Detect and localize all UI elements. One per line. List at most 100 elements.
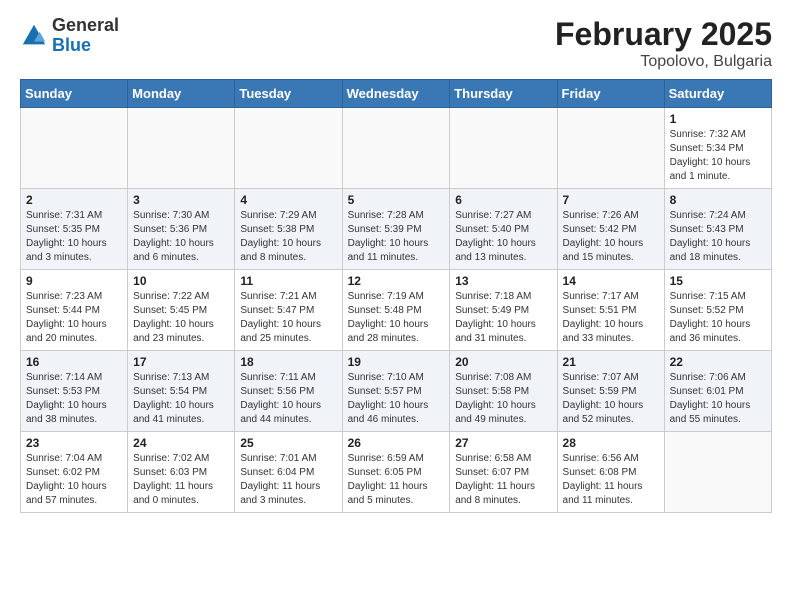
weekday-saturday: Saturday xyxy=(664,80,771,108)
day-number: 17 xyxy=(133,355,229,369)
day-number: 25 xyxy=(240,436,336,450)
calendar-cell: 23 Sunrise: 7:04 AM Sunset: 6:02 PM Dayli… xyxy=(21,432,128,513)
calendar-cell: 1Sunrise: 7:32 AM Sunset: 5:34 PM Daylig… xyxy=(664,108,771,189)
day-info: Sunrise: 7:11 AM Sunset: 5:56 PM Dayligh… xyxy=(240,371,336,427)
calendar-cell xyxy=(450,108,557,189)
calendar-cell: 20 Sunrise: 7:08 AM Sunset: 5:58 PM Dayli… xyxy=(450,351,557,432)
weekday-sunday: Sunday xyxy=(21,80,128,108)
calendar-cell: 12 Sunrise: 7:19 AM Sunset: 5:48 PM Dayli… xyxy=(342,270,450,351)
day-info: Sunrise: 6:59 AM Sunset: 6:05 PM Dayligh… xyxy=(348,452,445,508)
day-info: Sunrise: 6:56 AM Sunset: 6:08 PM Dayligh… xyxy=(563,452,659,508)
weekday-tuesday: Tuesday xyxy=(235,80,342,108)
calendar-cell: 16 Sunrise: 7:14 AM Sunset: 5:53 PM Dayli… xyxy=(21,351,128,432)
day-number: 23 xyxy=(26,436,122,450)
calendar-cell: 17 Sunrise: 7:13 AM Sunset: 5:54 PM Dayli… xyxy=(128,351,235,432)
day-number: 16 xyxy=(26,355,122,369)
day-info: Sunrise: 7:02 AM Sunset: 6:03 PM Dayligh… xyxy=(133,452,229,508)
calendar-week-2: 2 Sunrise: 7:31 AM Sunset: 5:35 PM Daylig… xyxy=(21,189,772,270)
day-info: Sunrise: 7:29 AM Sunset: 5:38 PM Dayligh… xyxy=(240,209,336,265)
calendar-cell: 3 Sunrise: 7:30 AM Sunset: 5:36 PM Daylig… xyxy=(128,189,235,270)
calendar-cell: 21 Sunrise: 7:07 AM Sunset: 5:59 PM Dayli… xyxy=(557,351,664,432)
location: Topolovo, Bulgaria xyxy=(555,53,772,71)
calendar-cell: 18 Sunrise: 7:11 AM Sunset: 5:56 PM Dayli… xyxy=(235,351,342,432)
page-header: General Blue February 2025 Topolovo, Bul… xyxy=(20,16,772,71)
calendar-cell xyxy=(342,108,450,189)
day-info: Sunrise: 7:17 AM Sunset: 5:51 PM Dayligh… xyxy=(563,290,659,346)
logo: General Blue xyxy=(20,16,119,56)
weekday-wednesday: Wednesday xyxy=(342,80,450,108)
day-info: Sunrise: 7:04 AM Sunset: 6:02 PM Dayligh… xyxy=(26,452,122,508)
calendar-week-1: 1Sunrise: 7:32 AM Sunset: 5:34 PM Daylig… xyxy=(21,108,772,189)
day-number: 1 xyxy=(670,112,766,126)
day-info: Sunrise: 7:28 AM Sunset: 5:39 PM Dayligh… xyxy=(348,209,445,265)
calendar-week-5: 23 Sunrise: 7:04 AM Sunset: 6:02 PM Dayli… xyxy=(21,432,772,513)
day-info: Sunrise: 7:27 AM Sunset: 5:40 PM Dayligh… xyxy=(455,209,551,265)
calendar-cell: 6Sunrise: 7:27 AM Sunset: 5:40 PM Daylig… xyxy=(450,189,557,270)
calendar-cell: 26 Sunrise: 6:59 AM Sunset: 6:05 PM Dayli… xyxy=(342,432,450,513)
logo-icon xyxy=(20,22,48,50)
day-number: 14 xyxy=(563,274,659,288)
calendar-cell: 28 Sunrise: 6:56 AM Sunset: 6:08 PM Dayli… xyxy=(557,432,664,513)
day-info: Sunrise: 7:14 AM Sunset: 5:53 PM Dayligh… xyxy=(26,371,122,427)
day-info: Sunrise: 7:10 AM Sunset: 5:57 PM Dayligh… xyxy=(348,371,445,427)
day-number: 28 xyxy=(563,436,659,450)
day-info: Sunrise: 7:01 AM Sunset: 6:04 PM Dayligh… xyxy=(240,452,336,508)
calendar-week-4: 16 Sunrise: 7:14 AM Sunset: 5:53 PM Dayli… xyxy=(21,351,772,432)
calendar-cell: 11Sunrise: 7:21 AM Sunset: 5:47 PM Dayli… xyxy=(235,270,342,351)
day-number: 26 xyxy=(348,436,445,450)
day-number: 5 xyxy=(348,193,445,207)
day-info: Sunrise: 7:19 AM Sunset: 5:48 PM Dayligh… xyxy=(348,290,445,346)
calendar: SundayMondayTuesdayWednesdayThursdayFrid… xyxy=(20,79,772,513)
calendar-cell xyxy=(557,108,664,189)
calendar-cell: 5 Sunrise: 7:28 AM Sunset: 5:39 PM Daylig… xyxy=(342,189,450,270)
calendar-cell: 22 Sunrise: 7:06 AM Sunset: 6:01 PM Dayli… xyxy=(664,351,771,432)
day-number: 22 xyxy=(670,355,766,369)
calendar-cell xyxy=(664,432,771,513)
day-info: Sunrise: 7:21 AM Sunset: 5:47 PM Dayligh… xyxy=(240,290,336,346)
day-info: Sunrise: 6:58 AM Sunset: 6:07 PM Dayligh… xyxy=(455,452,551,508)
calendar-cell xyxy=(235,108,342,189)
day-info: Sunrise: 7:13 AM Sunset: 5:54 PM Dayligh… xyxy=(133,371,229,427)
calendar-week-3: 9Sunrise: 7:23 AM Sunset: 5:44 PM Daylig… xyxy=(21,270,772,351)
day-info: Sunrise: 7:07 AM Sunset: 5:59 PM Dayligh… xyxy=(563,371,659,427)
day-info: Sunrise: 7:24 AM Sunset: 5:43 PM Dayligh… xyxy=(670,209,766,265)
calendar-cell: 4Sunrise: 7:29 AM Sunset: 5:38 PM Daylig… xyxy=(235,189,342,270)
calendar-cell xyxy=(128,108,235,189)
calendar-cell: 25 Sunrise: 7:01 AM Sunset: 6:04 PM Dayli… xyxy=(235,432,342,513)
calendar-cell: 13 Sunrise: 7:18 AM Sunset: 5:49 PM Dayli… xyxy=(450,270,557,351)
day-info: Sunrise: 7:22 AM Sunset: 5:45 PM Dayligh… xyxy=(133,290,229,346)
day-number: 18 xyxy=(240,355,336,369)
calendar-cell: 19 Sunrise: 7:10 AM Sunset: 5:57 PM Dayli… xyxy=(342,351,450,432)
day-info: Sunrise: 7:15 AM Sunset: 5:52 PM Dayligh… xyxy=(670,290,766,346)
calendar-cell: 9Sunrise: 7:23 AM Sunset: 5:44 PM Daylig… xyxy=(21,270,128,351)
day-number: 3 xyxy=(133,193,229,207)
calendar-cell: 10 Sunrise: 7:22 AM Sunset: 5:45 PM Dayli… xyxy=(128,270,235,351)
calendar-cell: 24 Sunrise: 7:02 AM Sunset: 6:03 PM Dayli… xyxy=(128,432,235,513)
day-info: Sunrise: 7:08 AM Sunset: 5:58 PM Dayligh… xyxy=(455,371,551,427)
day-number: 13 xyxy=(455,274,551,288)
logo-general: General xyxy=(52,16,119,36)
day-number: 27 xyxy=(455,436,551,450)
calendar-cell: 27 Sunrise: 6:58 AM Sunset: 6:07 PM Dayli… xyxy=(450,432,557,513)
day-number: 21 xyxy=(563,355,659,369)
day-info: Sunrise: 7:31 AM Sunset: 5:35 PM Dayligh… xyxy=(26,209,122,265)
day-number: 20 xyxy=(455,355,551,369)
day-number: 8 xyxy=(670,193,766,207)
calendar-cell: 2 Sunrise: 7:31 AM Sunset: 5:35 PM Daylig… xyxy=(21,189,128,270)
calendar-cell: 14 Sunrise: 7:17 AM Sunset: 5:51 PM Dayli… xyxy=(557,270,664,351)
day-info: Sunrise: 7:18 AM Sunset: 5:49 PM Dayligh… xyxy=(455,290,551,346)
day-number: 12 xyxy=(348,274,445,288)
calendar-cell: 7Sunrise: 7:26 AM Sunset: 5:42 PM Daylig… xyxy=(557,189,664,270)
day-number: 24 xyxy=(133,436,229,450)
day-number: 19 xyxy=(348,355,445,369)
day-number: 10 xyxy=(133,274,229,288)
month-title: February 2025 xyxy=(555,16,772,53)
calendar-cell: 8 Sunrise: 7:24 AM Sunset: 5:43 PM Daylig… xyxy=(664,189,771,270)
day-number: 7 xyxy=(563,193,659,207)
day-info: Sunrise: 7:30 AM Sunset: 5:36 PM Dayligh… xyxy=(133,209,229,265)
calendar-cell: 15Sunrise: 7:15 AM Sunset: 5:52 PM Dayli… xyxy=(664,270,771,351)
day-number: 2 xyxy=(26,193,122,207)
day-info: Sunrise: 7:23 AM Sunset: 5:44 PM Dayligh… xyxy=(26,290,122,346)
weekday-friday: Friday xyxy=(557,80,664,108)
day-info: Sunrise: 7:06 AM Sunset: 6:01 PM Dayligh… xyxy=(670,371,766,427)
